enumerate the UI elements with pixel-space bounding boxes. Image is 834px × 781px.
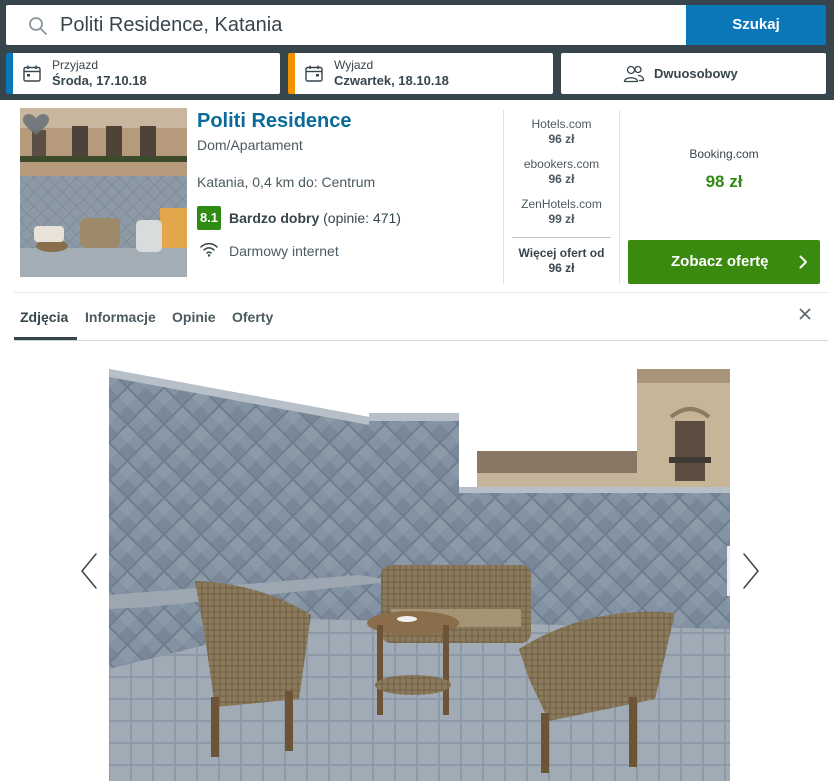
photo-gallery-image: [109, 369, 730, 781]
chevron-right-icon[interactable]: [738, 546, 762, 596]
divider: [14, 340, 828, 341]
offer-item[interactable]: Hotels.com 96 zł: [504, 117, 619, 147]
tab-offers[interactable]: Oferty: [232, 309, 273, 325]
people-icon: [623, 65, 645, 83]
offer-price: 96 zł: [548, 172, 575, 186]
search-button[interactable]: Szukaj: [686, 5, 826, 45]
offer-item[interactable]: ZenHotels.com 99 zł: [504, 197, 619, 227]
search-query: Politi Residence, Katania: [60, 14, 283, 36]
view-deal-label: Zobacz ofertę: [671, 253, 769, 270]
offer-item[interactable]: ebookers.com 96 zł: [504, 157, 619, 187]
checkout-value: Czwartek, 18.10.18: [334, 73, 449, 88]
hotel-type: Dom/Apartament: [197, 137, 303, 153]
room-type-value: Dwuosobowy: [654, 66, 738, 81]
search-icon: [29, 17, 47, 35]
amenity-wifi: Darmowy internet: [229, 243, 339, 259]
hotel-location: Katania, 0,4 km do: Centrum: [197, 174, 376, 190]
chevron-right-icon: [799, 255, 807, 269]
offer-provider: ZenHotels.com: [521, 197, 602, 211]
checkin-label: Przyjazd: [52, 58, 99, 72]
offer-provider: Hotels.com: [531, 117, 592, 131]
checkin-field[interactable]: Przyjazd Środa, 17.10.18: [6, 53, 280, 94]
best-deal-price: 98 zł: [705, 172, 743, 191]
view-deal-button[interactable]: Zobacz ofertę: [628, 240, 820, 284]
calendar-icon: [305, 65, 323, 82]
checkin-value: Środa, 17.10.18: [52, 73, 147, 88]
more-offers-link[interactable]: Więcej ofert od 96 zł: [504, 246, 619, 276]
more-offers-price: 96 zł: [548, 261, 575, 275]
heart-icon[interactable]: [22, 113, 50, 137]
divider: [14, 292, 828, 293]
tab-reviews[interactable]: Opinie: [172, 309, 216, 325]
offer-price: 96 zł: [548, 132, 575, 146]
chevron-left-icon[interactable]: [78, 546, 102, 596]
tab-info[interactable]: Informacje: [85, 309, 156, 325]
room-type-field[interactable]: Dwuosobowy: [561, 53, 826, 94]
divider: [512, 237, 611, 238]
rating-summary[interactable]: Bardzo dobry (opinie: 471): [229, 210, 401, 226]
offer-price: 99 zł: [548, 212, 575, 226]
tab-photos[interactable]: Zdjęcia: [20, 309, 68, 325]
close-icon[interactable]: [799, 308, 811, 320]
checkout-label: Wyjazd: [334, 58, 374, 72]
offer-provider: ebookers.com: [523, 157, 600, 171]
search-input[interactable]: Politi Residence, Katania: [6, 5, 686, 45]
checkout-field[interactable]: Wyjazd Czwartek, 18.10.18: [288, 53, 553, 94]
rating-score-badge: 8.1: [197, 206, 221, 230]
wifi-icon: [200, 242, 218, 257]
review-count: (opinie: 471): [323, 210, 401, 226]
calendar-icon: [23, 65, 41, 82]
divider: [619, 110, 620, 284]
more-offers-label: Więcej ofert od: [518, 246, 605, 260]
best-deal-provider: Booking.com: [689, 147, 759, 161]
rating-label: Bardzo dobry: [229, 210, 320, 226]
hotel-name[interactable]: Politi Residence: [197, 110, 352, 133]
